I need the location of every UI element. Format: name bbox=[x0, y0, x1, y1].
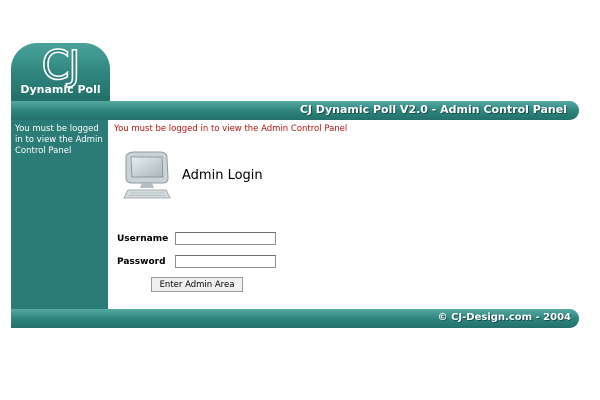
header-bar: CJ Dynamic Poll V2.0 - Admin Control Pan… bbox=[11, 101, 579, 120]
computer-icon bbox=[123, 151, 171, 199]
logo: CJ Dynamic Poll bbox=[11, 43, 110, 101]
username-label: Username bbox=[117, 234, 169, 244]
password-label: Password bbox=[117, 257, 166, 267]
logo-subtitle: Dynamic Poll bbox=[20, 83, 101, 96]
footer-copyright: © CJ-Design.com - 2004 bbox=[437, 312, 571, 323]
login-title: Admin Login bbox=[182, 168, 263, 183]
main-content: You must be logged in to view the Admin … bbox=[108, 120, 579, 309]
password-input[interactable] bbox=[175, 255, 276, 268]
logo-mark: CJ bbox=[41, 43, 81, 89]
error-message: You must be logged in to view the Admin … bbox=[114, 124, 348, 134]
page-title: CJ Dynamic Poll V2.0 - Admin Control Pan… bbox=[299, 103, 567, 116]
enter-admin-button[interactable]: Enter Admin Area bbox=[151, 277, 243, 292]
footer-bar: © CJ-Design.com - 2004 bbox=[11, 309, 579, 328]
sidebar: You must be logged in to view the Admin … bbox=[11, 120, 108, 309]
sidebar-message: You must be logged in to view the Admin … bbox=[15, 124, 103, 156]
username-input[interactable] bbox=[175, 232, 276, 245]
